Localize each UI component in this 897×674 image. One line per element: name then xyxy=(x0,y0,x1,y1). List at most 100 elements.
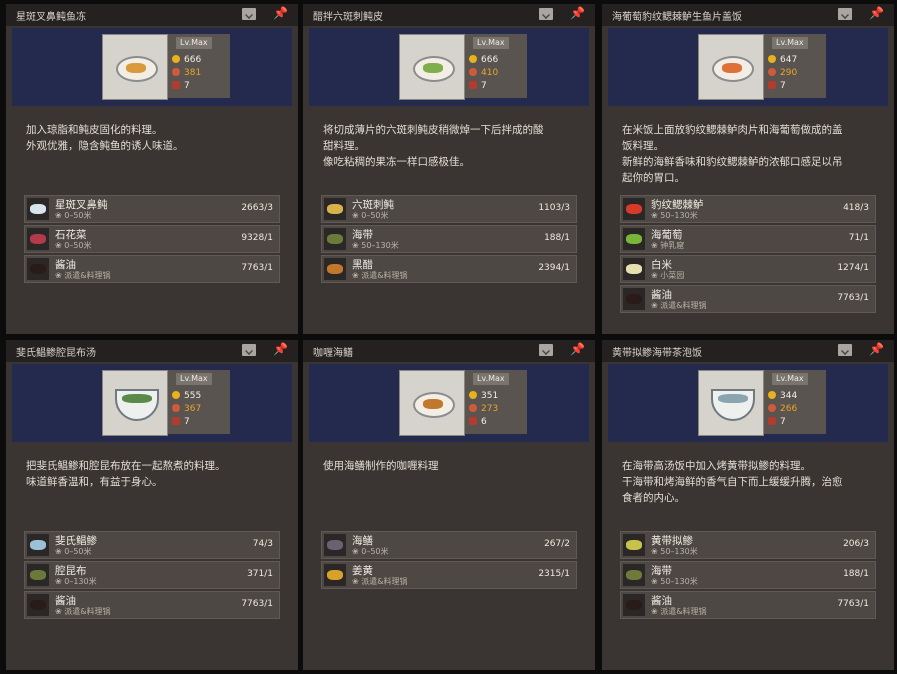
ingredient-row[interactable]: 海葡萄 ❀ 钟乳窟 71/1 xyxy=(620,225,876,253)
description-line: 味道鲜香温和，有益于身心。 xyxy=(26,476,163,488)
dish-icon xyxy=(712,56,754,82)
description-line: 食者的内心。 xyxy=(622,492,685,504)
ingredient-row[interactable]: 白米 ❀ 小菜园 1274/1 xyxy=(620,255,876,283)
ingredient-location: ❀ 50–130米 xyxy=(651,577,698,586)
dish-icon xyxy=(116,56,158,82)
ingredient-count: 267/2 xyxy=(544,539,570,549)
collapse-dropdown-icon[interactable] xyxy=(838,344,852,356)
ingredient-location: ❀ 0–130米 xyxy=(55,577,97,586)
collapse-dropdown-icon[interactable] xyxy=(242,344,256,356)
vinegar-icon xyxy=(324,258,346,280)
portion-icon xyxy=(469,417,477,425)
portion-stat: 7 xyxy=(172,416,190,428)
portion-value: 7 xyxy=(481,81,487,91)
ingredient-row[interactable]: 豹纹鳃棘鲈 ❀ 50–130米 418/3 xyxy=(620,195,876,223)
pin-icon[interactable]: 📌 xyxy=(869,6,884,20)
recipe-image xyxy=(102,370,168,436)
ingredient-location: ❀ 50–130米 xyxy=(651,547,698,556)
pin-icon[interactable]: 📌 xyxy=(570,342,585,356)
taste-stat: 266 xyxy=(768,403,797,415)
collapse-dropdown-icon[interactable] xyxy=(539,8,553,20)
recipe-banner: Lv.Max 666 381 7 xyxy=(12,28,292,106)
portion-icon xyxy=(469,81,477,89)
red-seaweed-icon xyxy=(27,228,49,250)
pompano-fish-icon xyxy=(27,534,49,556)
porcupine-fish-icon xyxy=(324,198,346,220)
portion-stat: 7 xyxy=(768,416,786,428)
recipe-panel: 醋拌六斑刺鲀皮 📌 Lv.Max 666 410 7 将切成薄片的六斑刺鲀皮稍微焯一下后拌成… xyxy=(303,4,595,334)
ingredient-location: ❀ 0–50米 xyxy=(55,241,92,250)
level-badge: Lv.Max xyxy=(473,37,509,49)
ingredient-location: ❀ 0–50米 xyxy=(352,547,389,556)
pin-icon[interactable]: 📌 xyxy=(570,6,585,20)
portion-value: 7 xyxy=(184,417,190,427)
ingredient-row[interactable]: 海带 ❀ 50–130米 188/1 xyxy=(620,561,876,589)
ingredient-count: 2394/1 xyxy=(538,263,570,273)
kelp-icon xyxy=(623,564,645,586)
ingredient-location: ❀ 派遣&料理锅 xyxy=(352,577,408,586)
ingredient-row[interactable]: 酱油 ❀ 派遣&料理锅 7763/1 xyxy=(24,255,280,283)
location-text: 派遣&料理锅 xyxy=(660,607,707,616)
recipe-image xyxy=(399,34,465,100)
pin-icon[interactable]: 📌 xyxy=(273,6,288,20)
ingredient-row[interactable]: 星斑叉鼻鲀 ❀ 0–50米 2663/3 xyxy=(24,195,280,223)
recipe-description: 在米饭上面放豹纹鳃棘鲈肉片和海葡萄做成的盖 饭料理。 新鲜的海鲜香味和豹纹鳃棘鲈的浓… xyxy=(622,122,878,186)
soy-sauce-icon xyxy=(27,258,49,280)
portion-value: 7 xyxy=(780,81,786,91)
ingredient-row[interactable]: 海带 ❀ 50–130米 188/1 xyxy=(321,225,577,253)
ingredient-count: 1274/1 xyxy=(837,263,869,273)
eel-icon xyxy=(324,534,346,556)
recipe-stats: Lv.Max 555 367 7 xyxy=(168,370,230,434)
level-badge: Lv.Max xyxy=(772,373,808,385)
location-text: 0–50米 xyxy=(361,547,389,556)
ingredient-row[interactable]: 腔昆布 ❀ 0–130米 371/1 xyxy=(24,561,280,589)
ingredient-row[interactable]: 酱油 ❀ 派遣&料理锅 7763/1 xyxy=(620,285,876,313)
ingredient-row[interactable]: 海鳝 ❀ 0–50米 267/2 xyxy=(321,531,577,559)
location-text: 50–130米 xyxy=(660,577,698,586)
ingredient-count: 7763/1 xyxy=(837,293,869,303)
location-text: 钟乳窟 xyxy=(660,241,685,250)
portion-stat: 7 xyxy=(172,80,190,92)
dish-icon xyxy=(413,392,455,418)
recipe-stats: Lv.Max 666 381 7 xyxy=(168,34,230,98)
description-line: 甜料理。 xyxy=(323,140,365,152)
pin-icon[interactable]: 📌 xyxy=(869,342,884,356)
ingredient-location: ❀ 0–50米 xyxy=(55,547,92,556)
panel-titlebar: 咖喱海鳝 📌 xyxy=(303,340,595,362)
price-value: 647 xyxy=(780,55,798,65)
ingredient-count: 188/1 xyxy=(843,569,869,579)
ingredient-count: 7763/1 xyxy=(837,599,869,609)
collapse-dropdown-icon[interactable] xyxy=(539,344,553,356)
portion-stat: 7 xyxy=(469,80,487,92)
description-line: 把斐氏鲳鲹和腔昆布放在一起熬煮的料理。 xyxy=(26,460,226,472)
ingredient-count: 188/1 xyxy=(544,233,570,243)
ingredient-row[interactable]: 姜黄 ❀ 派遣&料理锅 2315/1 xyxy=(321,561,577,589)
ingredient-row[interactable]: 石花菜 ❀ 0–50米 9328/1 xyxy=(24,225,280,253)
ingredient-count: 418/3 xyxy=(843,203,869,213)
ingredient-count: 74/3 xyxy=(252,539,273,549)
ingredient-row[interactable]: 黑醋 ❀ 派遣&料理锅 2394/1 xyxy=(321,255,577,283)
ingredient-row[interactable]: 六斑刺鲀 ❀ 0–50米 1103/3 xyxy=(321,195,577,223)
recipe-panel: 海葡萄豹纹鳃棘鲈生鱼片盖饭 📌 Lv.Max 647 290 7 在米饭上面放豹纹鳃棘鲈肉片… xyxy=(602,4,894,334)
portion-icon xyxy=(172,81,180,89)
soy-sauce-icon xyxy=(623,288,645,310)
price-stat: 647 xyxy=(768,54,797,66)
recipe-description: 使用海鳝制作的咖喱料理 xyxy=(323,458,579,474)
ingredient-count: 7763/1 xyxy=(241,263,273,273)
gold-coin-icon xyxy=(768,391,776,399)
price-stat: 666 xyxy=(172,54,201,66)
ingredient-count: 371/1 xyxy=(247,569,273,579)
pin-icon[interactable]: 📌 xyxy=(273,342,288,356)
collapse-dropdown-icon[interactable] xyxy=(838,8,852,20)
description-line: 像吃粘稠的果冻一样口感极佳。 xyxy=(323,156,470,168)
ingredient-row[interactable]: 斐氏鲳鲹 ❀ 0–50米 74/3 xyxy=(24,531,280,559)
collapse-dropdown-icon[interactable] xyxy=(242,8,256,20)
ingredient-row[interactable]: 酱油 ❀ 派遣&料理锅 7763/1 xyxy=(620,591,876,619)
ingredient-row[interactable]: 黄带拟鲹 ❀ 50–130米 206/3 xyxy=(620,531,876,559)
description-line: 将切成薄片的六斑刺鲀皮稍微焯一下后拌成的酸 xyxy=(323,124,544,136)
price-stat: 666 xyxy=(469,54,498,66)
location-text: 50–130米 xyxy=(660,547,698,556)
recipe-image xyxy=(698,370,764,436)
ingredient-row[interactable]: 酱油 ❀ 派遣&料理锅 7763/1 xyxy=(24,591,280,619)
recipe-title: 醋拌六斑刺鲀皮 xyxy=(313,12,383,23)
